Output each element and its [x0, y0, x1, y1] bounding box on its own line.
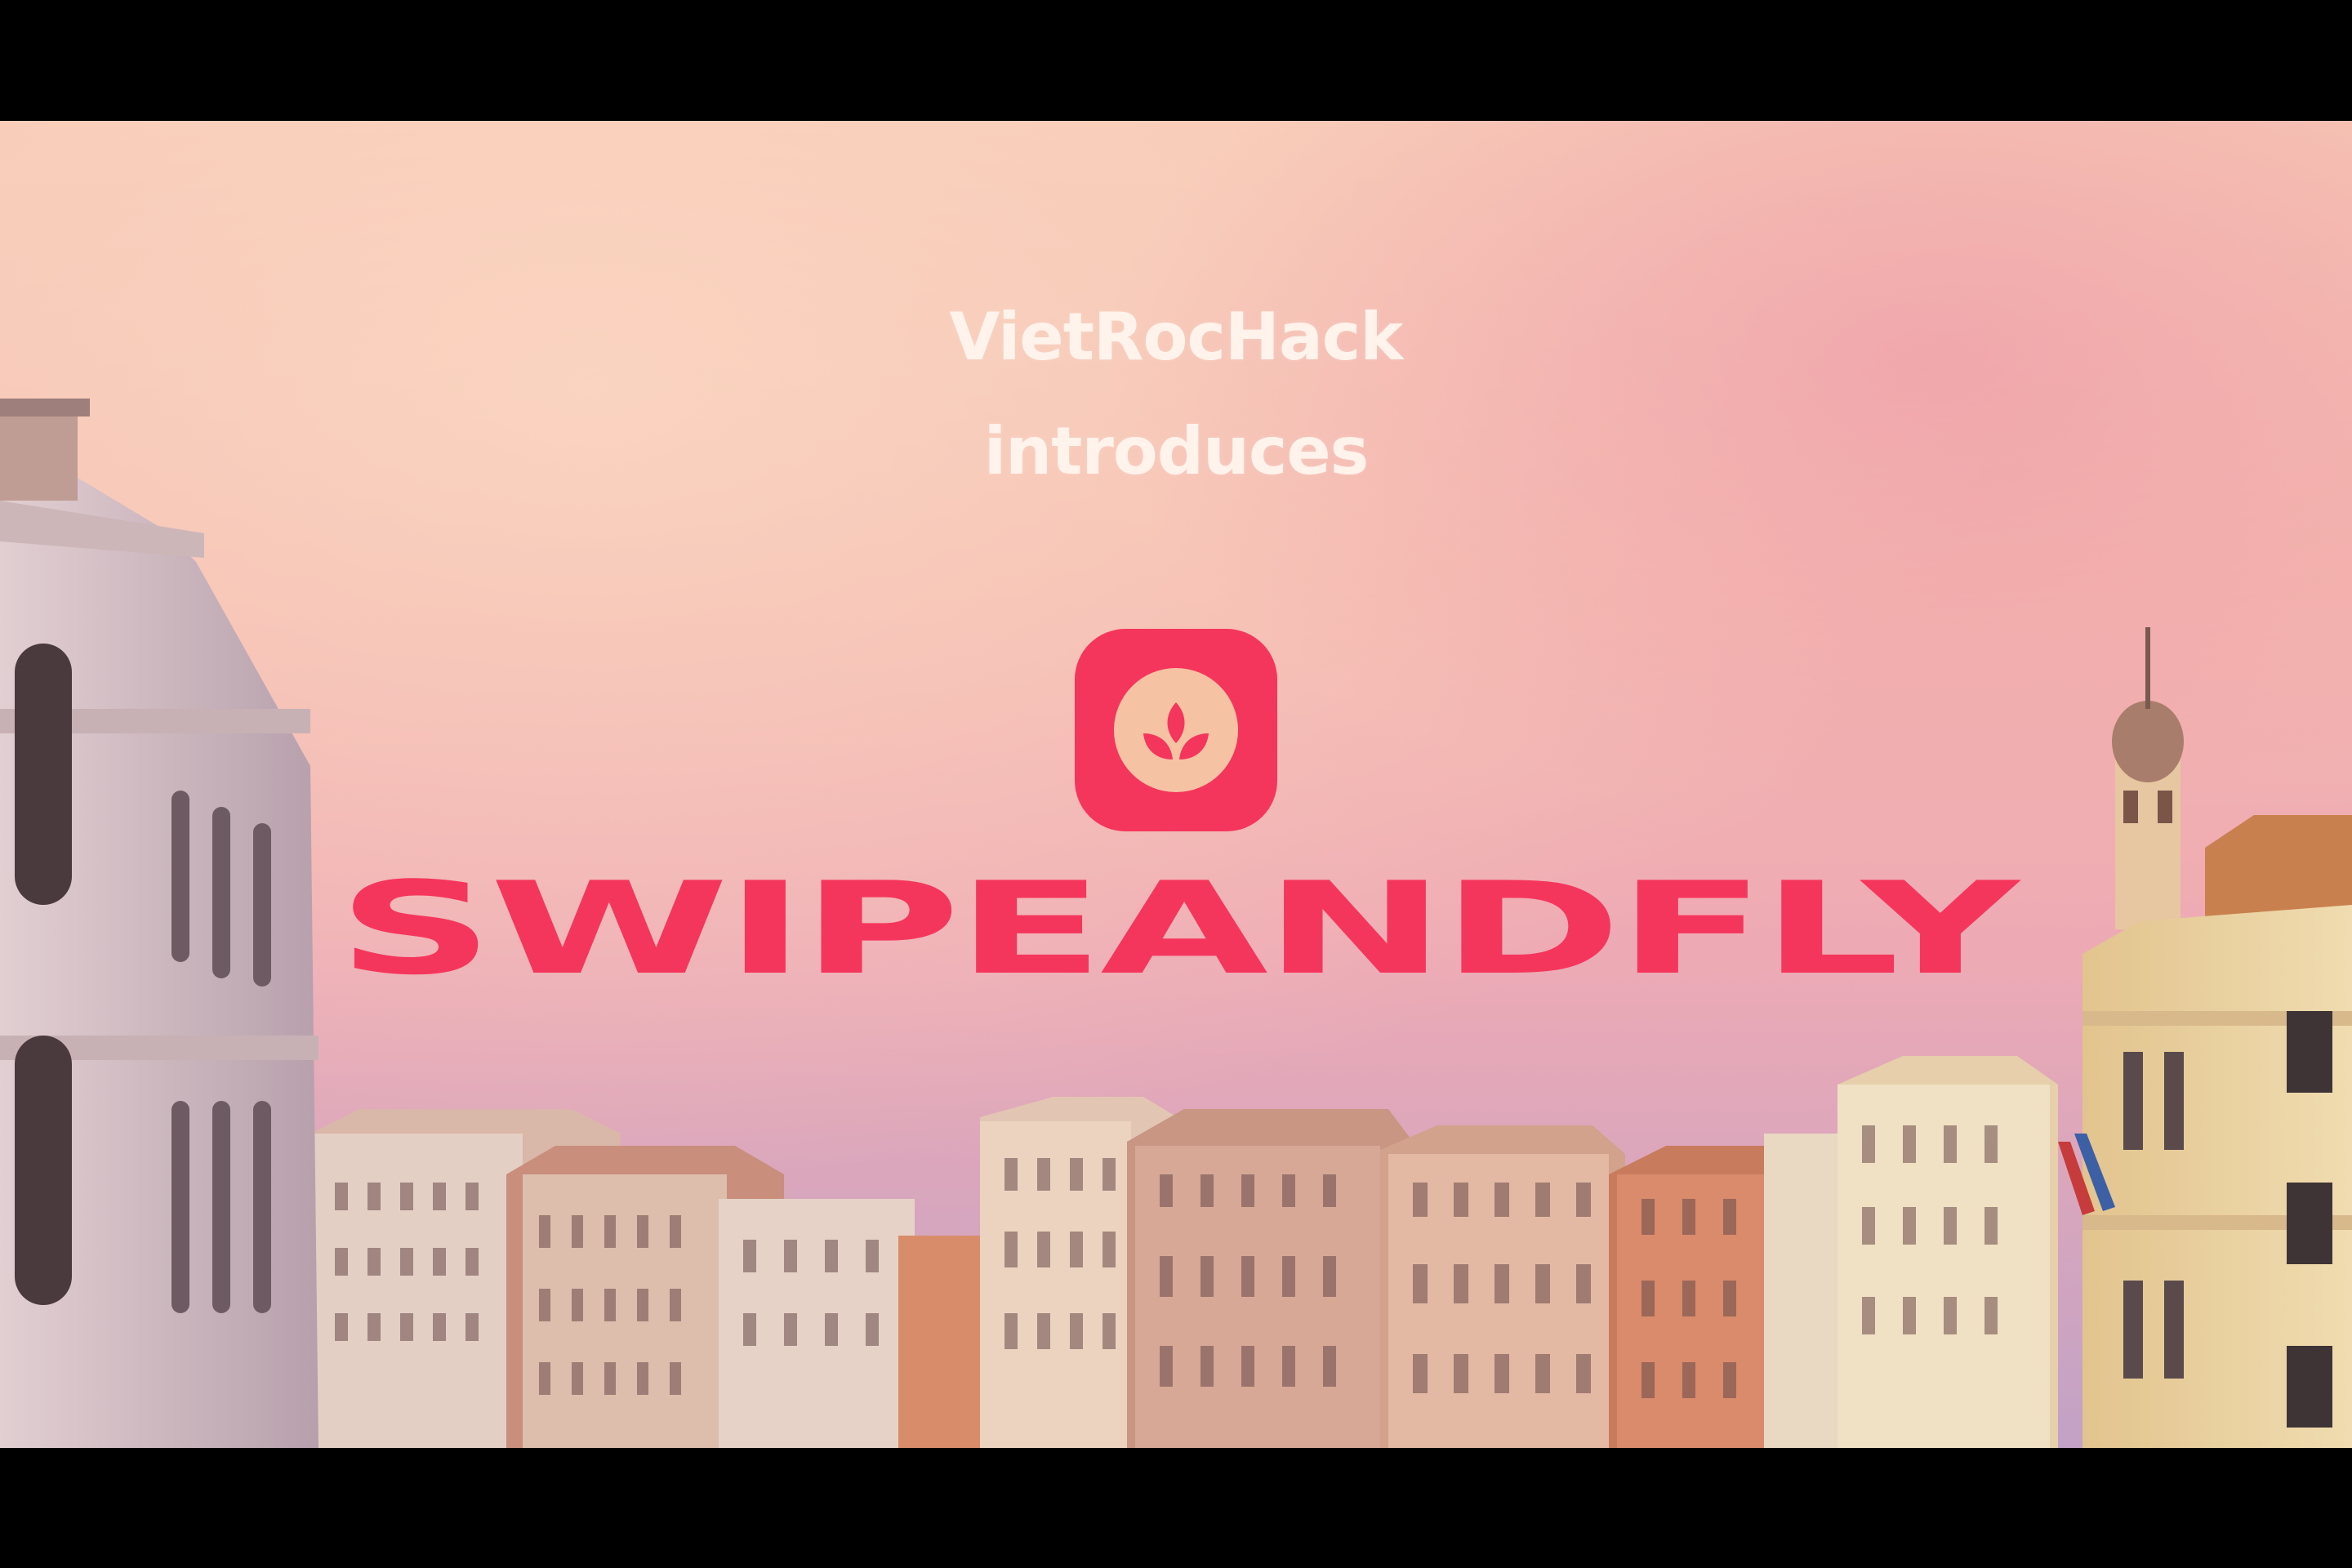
app-logo	[1075, 629, 1277, 831]
introduces-label: introduces	[983, 413, 1370, 489]
hero-scene: VietRocHack introduces SWIPEANDFLY	[0, 121, 2352, 1448]
leaf-sprout-icon	[1143, 702, 1209, 760]
video-frame: VietRocHack introduces SWIPEANDFLY	[0, 0, 2352, 1568]
letterbox-top	[0, 0, 2352, 121]
presenter-name: VietRocHack	[949, 299, 1404, 375]
intro-text: VietRocHack introduces	[0, 280, 2352, 509]
brand-wordmark: SWIPEANDFLY	[337, 854, 2019, 1004]
letterbox-bottom	[0, 1448, 2352, 1568]
